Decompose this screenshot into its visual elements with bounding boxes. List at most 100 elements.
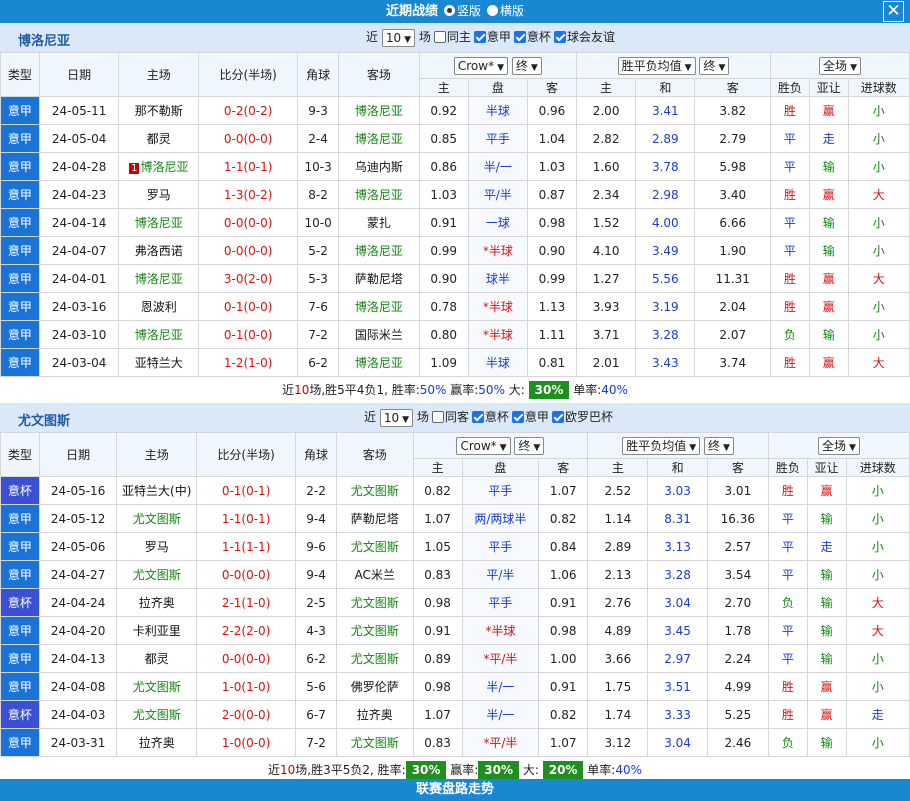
home-team-name[interactable]: 罗马	[147, 188, 171, 202]
avg-select[interactable]: 胜平负均值 ▼	[622, 436, 701, 455]
score-cell[interactable]: 0-2(0-2)	[198, 96, 299, 125]
away-team-cell[interactable]: 博洛尼亚	[338, 292, 420, 321]
home-team-name[interactable]: 博洛尼亚	[140, 160, 188, 174]
table-row[interactable]: 意杯 24-05-16 亚特兰大(中) 0-1(0-1) 2-2 尤文图斯 0.…	[0, 476, 910, 505]
home-team-name[interactable]: 那不勒斯	[135, 104, 183, 118]
filter-checkbox[interactable]	[513, 31, 526, 43]
table-row[interactable]: 意甲 24-05-12 尤文图斯 1-1(0-1) 9-4 萨勒尼塔 1.07 …	[0, 504, 910, 533]
away-team-cell[interactable]: 国际米兰	[338, 320, 420, 349]
home-team-cell[interactable]: 卡利亚里	[116, 616, 198, 645]
league-cell[interactable]: 意杯	[0, 476, 40, 505]
home-team-name[interactable]: 拉齐奥	[139, 736, 175, 750]
home-team-name[interactable]: 博洛尼亚	[135, 272, 183, 286]
home-team-cell[interactable]: 尤文图斯	[116, 504, 198, 533]
away-team-cell[interactable]: 博洛尼亚	[338, 348, 420, 377]
filter-checkbox[interactable]	[471, 411, 484, 423]
away-team-cell[interactable]: 佛罗伦萨	[335, 672, 414, 701]
table-row[interactable]: 意甲 24-03-16 恩波利 0-1(0-0) 7-6 博洛尼亚 0.78 *…	[0, 292, 910, 321]
league-cell[interactable]: 意杯	[0, 700, 40, 729]
away-team-cell[interactable]: 拉齐奥	[335, 700, 414, 729]
league-cell[interactable]: 意甲	[0, 264, 40, 293]
score-cell[interactable]: 1-1(1-1)	[196, 532, 297, 561]
home-team-name[interactable]: 亚特兰大(中)	[122, 484, 191, 498]
table-row[interactable]: 意甲 24-03-04 亚特兰大 1-2(1-0) 6-2 博洛尼亚 1.09 …	[0, 348, 910, 377]
scope-select[interactable]: 全场 ▼	[819, 56, 861, 75]
away-team-cell[interactable]: 蒙扎	[338, 208, 420, 237]
table-row[interactable]: 意甲 24-04-20 卡利亚里 2-2(2-0) 4-3 尤文图斯 0.91 …	[0, 616, 910, 645]
match-count-select[interactable]: 10 ▼	[379, 408, 414, 427]
away-team-cell[interactable]: 尤文图斯	[335, 616, 414, 645]
away-team-cell[interactable]: 博洛尼亚	[338, 96, 420, 125]
match-count-select[interactable]: 10 ▼	[381, 28, 416, 47]
home-team-name[interactable]: 亚特兰大	[135, 356, 183, 370]
score-cell[interactable]: 2-2(2-0)	[196, 616, 297, 645]
away-team-cell[interactable]: 萨勒尼塔	[338, 264, 420, 293]
table-row[interactable]: 意杯 24-04-24 拉齐奥 2-1(1-0) 2-5 尤文图斯 0.98 平…	[0, 588, 910, 617]
table-row[interactable]: 意甲 24-04-01 博洛尼亚 3-0(2-0) 5-3 萨勒尼塔 0.90 …	[0, 264, 910, 293]
league-cell[interactable]: 意甲	[0, 96, 40, 125]
home-team-name[interactable]: 尤文图斯	[133, 568, 181, 582]
league-cell[interactable]: 意甲	[0, 320, 40, 349]
league-cell[interactable]: 意甲	[0, 208, 40, 237]
table-row[interactable]: 意甲 24-04-27 尤文图斯 0-0(0-0) 9-4 AC米兰 0.83 …	[0, 560, 910, 589]
home-team-cell[interactable]: 尤文图斯	[116, 700, 198, 729]
score-cell[interactable]: 1-1(0-1)	[196, 504, 297, 533]
company-select[interactable]: Crow* ▼	[453, 56, 509, 75]
score-cell[interactable]: 0-1(0-0)	[198, 292, 299, 321]
table-row[interactable]: 意甲 24-04-14 博洛尼亚 0-0(0-0) 10-0 蒙扎 0.91 一…	[0, 208, 910, 237]
score-cell[interactable]: 1-3(0-2)	[198, 180, 299, 209]
league-cell[interactable]: 意甲	[0, 504, 40, 533]
avg-final-select[interactable]: 终 ▼	[699, 56, 730, 75]
home-team-cell[interactable]: 拉齐奥	[116, 728, 198, 757]
score-cell[interactable]: 0-1(0-0)	[198, 320, 299, 349]
table-row[interactable]: 意甲 24-05-04 都灵 0-0(0-0) 2-4 博洛尼亚 0.85 平手…	[0, 124, 910, 153]
avg-final-select[interactable]: 终 ▼	[704, 436, 734, 455]
filter-checkbox[interactable]	[553, 31, 566, 43]
league-cell[interactable]: 意甲	[0, 532, 40, 561]
option-vertical-label[interactable]: 竖版	[457, 4, 481, 18]
home-team-name[interactable]: 都灵	[147, 132, 171, 146]
league-cell[interactable]: 意甲	[0, 728, 40, 757]
close-icon[interactable]: ✕	[883, 1, 904, 22]
score-cell[interactable]: 0-0(0-0)	[196, 644, 297, 673]
home-team-cell[interactable]: 尤文图斯	[116, 560, 198, 589]
home-team-cell[interactable]: 恩波利	[118, 292, 200, 321]
filter-checkbox[interactable]	[551, 411, 564, 423]
league-cell[interactable]: 意甲	[0, 348, 40, 377]
home-team-cell[interactable]: 罗马	[116, 532, 198, 561]
avg-select[interactable]: 胜平负均值 ▼	[617, 56, 696, 75]
home-team-cell[interactable]: 都灵	[118, 124, 200, 153]
away-team-cell[interactable]: 尤文图斯	[335, 588, 414, 617]
filter-checkbox[interactable]	[511, 411, 524, 423]
league-cell[interactable]: 意甲	[0, 124, 40, 153]
home-team-name[interactable]: 拉齐奥	[139, 596, 175, 610]
score-cell[interactable]: 2-1(1-0)	[196, 588, 297, 617]
league-trend-bar[interactable]: 联赛盘路走势	[0, 779, 910, 801]
home-team-cell[interactable]: 弗洛西诺	[118, 236, 200, 265]
score-cell[interactable]: 1-0(1-0)	[196, 672, 297, 701]
home-team-cell[interactable]: 1 博洛尼亚	[118, 152, 200, 181]
league-cell[interactable]: 意甲	[0, 616, 40, 645]
away-team-cell[interactable]: 尤文图斯	[335, 532, 414, 561]
home-team-cell[interactable]: 博洛尼亚	[118, 320, 200, 349]
away-team-cell[interactable]: 博洛尼亚	[338, 124, 420, 153]
home-team-name[interactable]: 弗洛西诺	[135, 244, 183, 258]
table-row[interactable]: 意甲 24-04-28 1 博洛尼亚 1-1(0-1) 10-3 乌迪内斯 0.8…	[0, 152, 910, 181]
home-team-cell[interactable]: 都灵	[116, 644, 198, 673]
away-team-cell[interactable]: 博洛尼亚	[338, 236, 420, 265]
away-team-cell[interactable]: AC米兰	[335, 560, 414, 589]
score-cell[interactable]: 0-0(0-0)	[198, 208, 299, 237]
away-team-cell[interactable]: 博洛尼亚	[338, 180, 420, 209]
league-cell[interactable]: 意甲	[0, 560, 40, 589]
filter-checkbox[interactable]	[431, 411, 444, 423]
table-row[interactable]: 意甲 24-03-10 博洛尼亚 0-1(0-0) 7-2 国际米兰 0.80 …	[0, 320, 910, 349]
table-row[interactable]: 意甲 24-04-08 尤文图斯 1-0(1-0) 5-6 佛罗伦萨 0.98 …	[0, 672, 910, 701]
home-team-cell[interactable]: 博洛尼亚	[118, 264, 200, 293]
home-team-cell[interactable]: 尤文图斯	[116, 672, 198, 701]
away-team-cell[interactable]: 萨勒尼塔	[335, 504, 414, 533]
league-cell[interactable]: 意甲	[0, 236, 40, 265]
home-team-cell[interactable]: 亚特兰大	[118, 348, 200, 377]
home-team-name[interactable]: 尤文图斯	[133, 512, 181, 526]
radio-vertical[interactable]	[443, 5, 455, 16]
table-row[interactable]: 意甲 24-05-11 那不勒斯 0-2(0-2) 9-3 博洛尼亚 0.92 …	[0, 96, 910, 125]
